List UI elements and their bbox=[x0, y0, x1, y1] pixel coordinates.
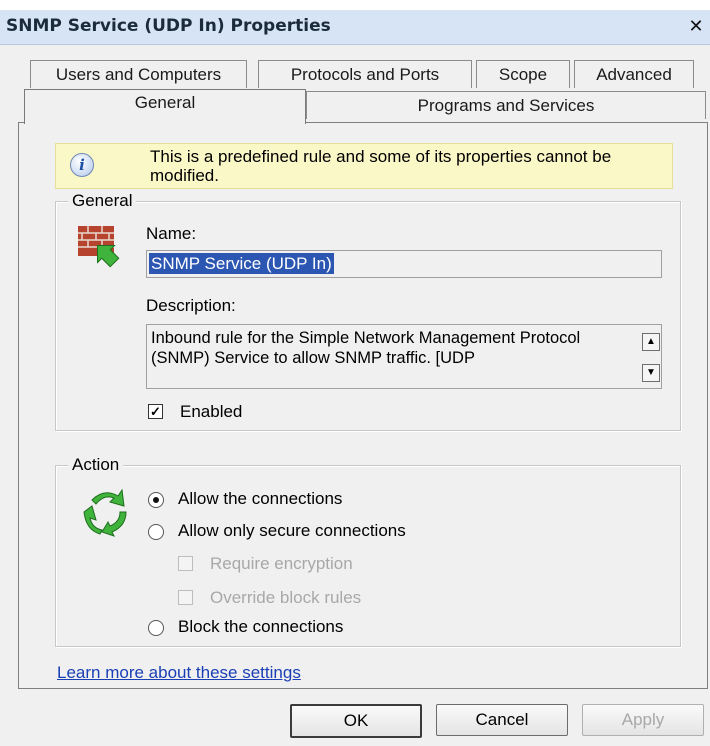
scroll-up-button[interactable]: ▲ bbox=[642, 333, 660, 351]
override-block-checkbox[interactable] bbox=[178, 590, 193, 605]
info-banner: i This is a predefined rule and some of … bbox=[55, 143, 673, 189]
require-encryption-label: Require encryption bbox=[210, 554, 353, 573]
block-connections-radio[interactable] bbox=[148, 620, 164, 636]
properties-dialog: SNMP Service (UDP In) Properties ✕ Users… bbox=[0, 10, 710, 746]
action-group: Action Allow the connections Allow only … bbox=[55, 455, 681, 647]
description-label: Description: bbox=[146, 296, 236, 315]
action-group-legend: Action bbox=[68, 455, 124, 475]
apply-button[interactable]: Apply bbox=[582, 704, 704, 736]
override-block-label: Override block rules bbox=[210, 588, 362, 607]
name-label: Name: bbox=[146, 224, 197, 243]
allow-connections-radio[interactable] bbox=[148, 492, 164, 508]
allow-connections-label: Allow the connections bbox=[178, 489, 343, 508]
cancel-button[interactable]: Cancel bbox=[436, 704, 568, 736]
tab-programs-and-services[interactable]: Programs and Services bbox=[306, 91, 706, 119]
ok-button[interactable]: OK bbox=[290, 704, 422, 738]
description-scrollbar[interactable]: ▲ ▼ bbox=[639, 325, 661, 388]
window-title: SNMP Service (UDP In) Properties bbox=[6, 16, 331, 36]
tab-advanced[interactable]: Advanced bbox=[574, 60, 694, 88]
name-field[interactable]: SNMP Service (UDP In) bbox=[146, 250, 662, 278]
description-field[interactable]: Inbound rule for the Simple Network Mana… bbox=[146, 324, 662, 389]
tab-users-and-computers[interactable]: Users and Computers bbox=[30, 60, 247, 88]
scroll-down-button[interactable]: ▼ bbox=[642, 364, 660, 382]
enabled-checkbox[interactable]: ✓ bbox=[148, 404, 163, 419]
tab-scope[interactable]: Scope bbox=[476, 60, 570, 88]
arrows-cycle-icon bbox=[83, 488, 127, 537]
learn-more-link[interactable]: Learn more about these settings bbox=[57, 663, 301, 683]
close-button[interactable]: ✕ bbox=[684, 15, 708, 39]
allow-secure-radio[interactable] bbox=[148, 524, 164, 540]
require-encryption-checkbox[interactable] bbox=[178, 556, 193, 571]
general-group-legend: General bbox=[68, 191, 137, 211]
general-group: General Name: SNMP Service (UDP In) Desc… bbox=[55, 191, 681, 431]
name-field-value: SNMP Service (UDP In) bbox=[149, 253, 334, 274]
enabled-label: Enabled bbox=[180, 402, 243, 421]
description-value: Inbound rule for the Simple Network Mana… bbox=[151, 329, 581, 367]
tab-protocols-and-ports[interactable]: Protocols and Ports bbox=[258, 60, 472, 88]
firewall-icon bbox=[78, 226, 120, 268]
general-tab-panel: i This is a predefined rule and some of … bbox=[18, 122, 708, 689]
title-bar[interactable]: SNMP Service (UDP In) Properties ✕ bbox=[0, 10, 710, 45]
tab-general[interactable]: General bbox=[24, 89, 306, 124]
info-message: This is a predefined rule and some of it… bbox=[150, 147, 612, 185]
info-icon: i bbox=[70, 153, 94, 177]
block-connections-label: Block the connections bbox=[178, 617, 344, 636]
allow-secure-label: Allow only secure connections bbox=[178, 521, 406, 540]
